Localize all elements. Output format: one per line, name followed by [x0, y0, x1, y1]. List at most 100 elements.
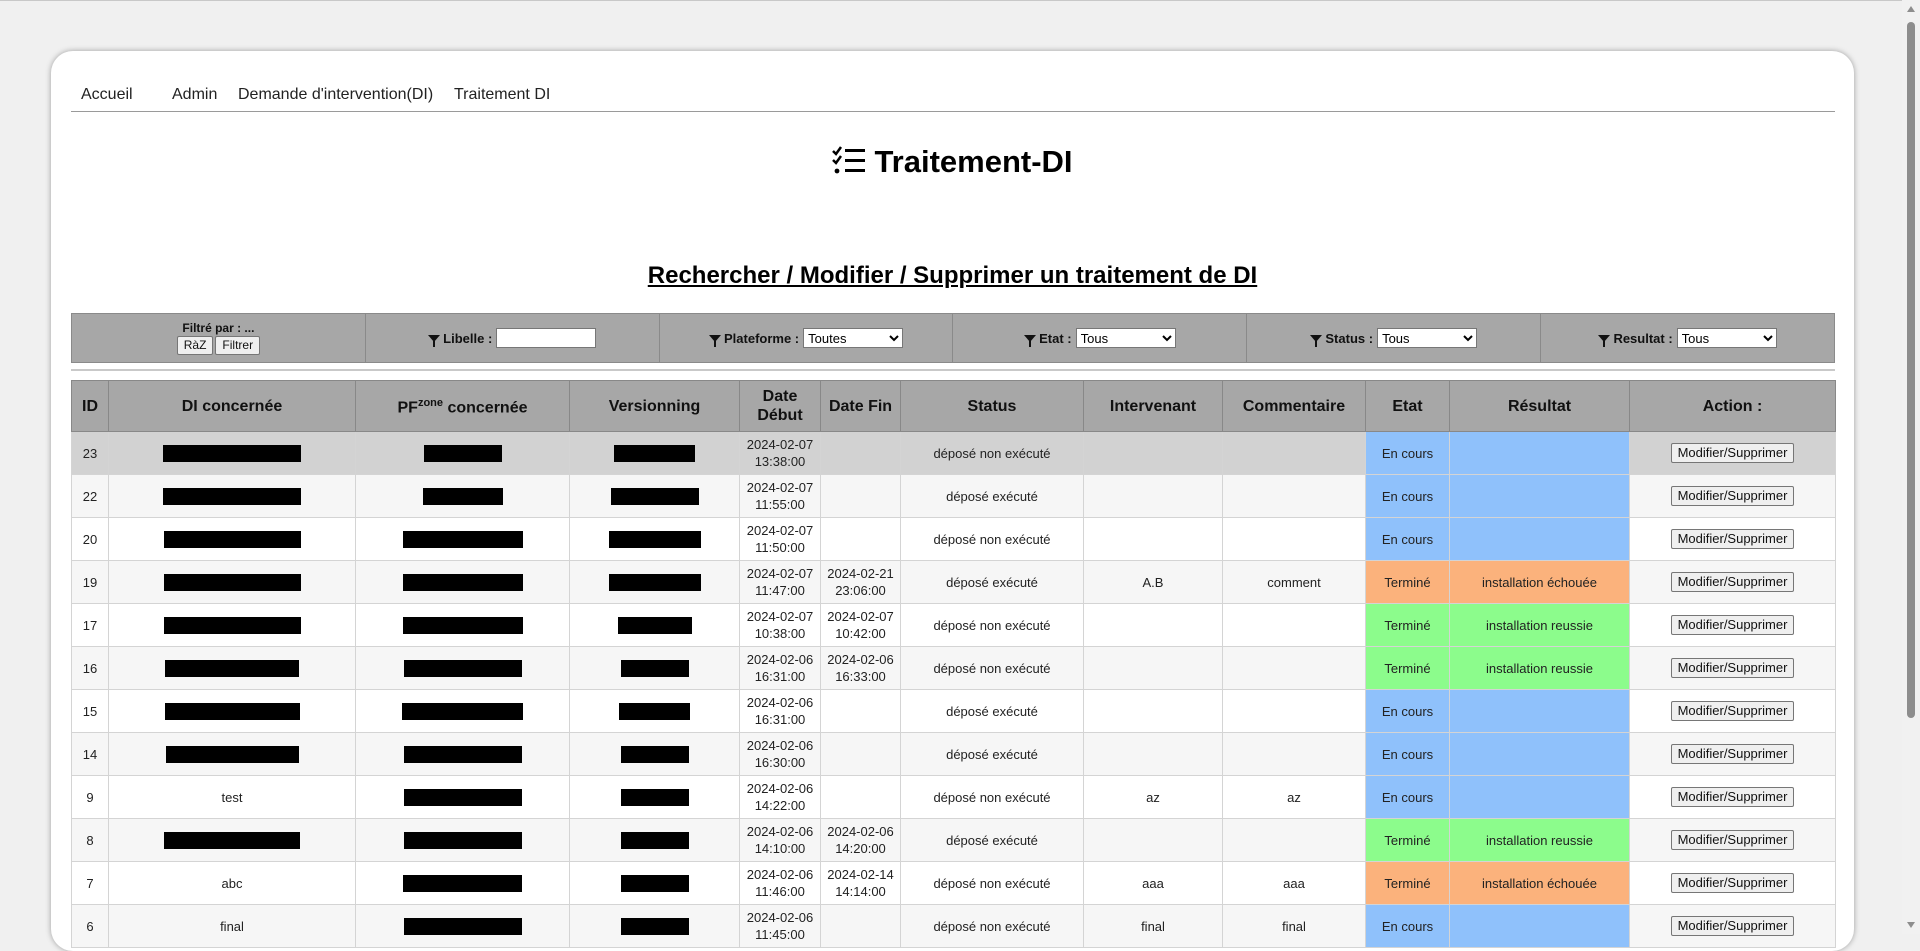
- col-id[interactable]: ID: [71, 380, 109, 432]
- col-intervenant[interactable]: Intervenant: [1083, 380, 1223, 432]
- traitement-table: ID DI concernée PFzone concernée Version…: [71, 380, 1836, 948]
- window-top-border: [0, 0, 1920, 1]
- cell-etat: En cours: [1365, 431, 1450, 475]
- table-row: 23 2024-02-07 13:38:00 déposé non exécuté E…: [71, 431, 1836, 475]
- col-pf-rest: concernée: [443, 399, 528, 417]
- cell-id: 23: [71, 431, 109, 475]
- cell-id: 15: [71, 689, 109, 733]
- plateforme-label: Plateforme :: [724, 330, 800, 346]
- cell-commentaire: az: [1222, 775, 1366, 819]
- redacted-block: [402, 617, 523, 635]
- plateforme-select[interactable]: Toutes: [803, 328, 904, 348]
- cell-intervenant: az: [1083, 775, 1223, 819]
- filter-button[interactable]: Filtrer: [215, 336, 261, 355]
- cell-date-fin: [820, 732, 901, 776]
- etat-select[interactable]: Tous: [1075, 328, 1176, 348]
- cell-commentaire: [1222, 474, 1366, 518]
- col-di[interactable]: DI concernée: [108, 380, 356, 432]
- col-versionning[interactable]: Versionning: [569, 380, 740, 432]
- vertical-scrollbar[interactable]: [1902, 0, 1920, 934]
- col-pf[interactable]: PFzone concernée: [355, 380, 570, 432]
- modify-delete-button[interactable]: Modifier/Supprimer: [1670, 787, 1795, 807]
- modify-delete-button[interactable]: Modifier/Supprimer: [1670, 572, 1795, 592]
- cell-resultat: [1449, 517, 1630, 561]
- cell-versionning: [569, 603, 740, 647]
- cell-date-fin: [820, 775, 901, 819]
- nav-accueil[interactable]: Accueil: [81, 71, 133, 119]
- modify-delete-button[interactable]: Modifier/Supprimer: [1670, 529, 1795, 549]
- modify-delete-button[interactable]: Modifier/Supprimer: [1670, 744, 1795, 764]
- cell-versionning: [569, 474, 740, 518]
- col-date-debut[interactable]: Date Début: [739, 380, 821, 432]
- cell-di: [108, 732, 356, 776]
- cell-date-debut: 2024-02-06 14:10:00: [739, 818, 821, 862]
- modify-delete-button[interactable]: Modifier/Supprimer: [1670, 443, 1795, 463]
- status-label: Status :: [1325, 330, 1374, 346]
- cell-etat: Terminé: [1365, 646, 1450, 690]
- modify-delete-button[interactable]: Modifier/Supprimer: [1670, 658, 1795, 678]
- redacted-block: [403, 660, 522, 678]
- redacted-block: [163, 617, 301, 635]
- col-status[interactable]: Status: [900, 380, 1084, 432]
- nav-admin[interactable]: Admin: [172, 71, 217, 119]
- cell-versionning: [569, 646, 740, 690]
- cell-di: [108, 689, 356, 733]
- table-row: 16 2024-02-06 16:31:00 2024-02-06 16:33:00…: [71, 646, 1836, 690]
- cell-date-debut: 2024-02-07 13:38:00: [739, 431, 821, 475]
- cell-intervenant: [1083, 603, 1223, 647]
- cell-etat: En cours: [1365, 775, 1450, 819]
- cell-action: Modifier/Supprimer: [1629, 904, 1836, 948]
- cell-intervenant: A.B: [1083, 560, 1223, 604]
- cell-status: déposé exécuté: [900, 474, 1084, 518]
- modify-delete-button[interactable]: Modifier/Supprimer: [1670, 486, 1795, 506]
- cell-action: Modifier/Supprimer: [1629, 775, 1836, 819]
- nav-traitement-di[interactable]: Traitement DI: [454, 71, 550, 119]
- cell-id: 19: [71, 560, 109, 604]
- redacted-block: [403, 746, 522, 764]
- cell-id: 6: [71, 904, 109, 948]
- modify-delete-button[interactable]: Modifier/Supprimer: [1670, 615, 1795, 635]
- cell-action: Modifier/Supprimer: [1629, 517, 1836, 561]
- redacted-block: [403, 918, 522, 936]
- redacted-block: [608, 531, 701, 549]
- table-row: 6 final 2024-02-06 11:45:00 déposé non exéc…: [71, 904, 1836, 948]
- cell-di: [108, 474, 356, 518]
- cell-etat: Terminé: [1365, 560, 1450, 604]
- cell-intervenant: [1083, 732, 1223, 776]
- scroll-down-icon[interactable]: [1907, 922, 1915, 928]
- funnel-icon: [709, 334, 721, 347]
- divider: [71, 369, 1835, 371]
- cell-commentaire: [1222, 646, 1366, 690]
- cell-resultat: installation reussie: [1449, 646, 1630, 690]
- modify-delete-button[interactable]: Modifier/Supprimer: [1670, 701, 1795, 721]
- redacted-block: [620, 875, 689, 893]
- col-resultat[interactable]: Résultat: [1449, 380, 1630, 432]
- col-commentaire[interactable]: Commentaire: [1222, 380, 1366, 432]
- cell-date-debut: 2024-02-06 11:46:00: [739, 861, 821, 905]
- libelle-input[interactable]: [496, 328, 597, 348]
- cell-di: test: [108, 775, 356, 819]
- col-date-fin[interactable]: Date Fin: [820, 380, 901, 432]
- col-etat[interactable]: Etat: [1365, 380, 1450, 432]
- reset-button[interactable]: RàZ: [176, 336, 214, 355]
- cell-date-fin: 2024-02-06 16:33:00: [820, 646, 901, 690]
- modify-delete-button[interactable]: Modifier/Supprimer: [1670, 873, 1795, 893]
- nav-demande-intervention[interactable]: Demande d'intervention(DI): [238, 71, 433, 119]
- col-action: Action :: [1629, 380, 1836, 432]
- cell-pf: [355, 646, 570, 690]
- redacted-block: [402, 574, 523, 592]
- redacted-block: [610, 488, 699, 506]
- modify-delete-button[interactable]: Modifier/Supprimer: [1670, 830, 1795, 850]
- scrollbar-thumb[interactable]: [1907, 22, 1915, 718]
- cell-intervenant: [1083, 517, 1223, 561]
- scroll-up-icon[interactable]: [1907, 6, 1915, 12]
- modify-delete-button[interactable]: Modifier/Supprimer: [1670, 916, 1795, 936]
- resultat-select[interactable]: Tous: [1676, 328, 1777, 348]
- cell-commentaire: final: [1222, 904, 1366, 948]
- cell-date-fin: [820, 431, 901, 475]
- cell-versionning: [569, 818, 740, 862]
- cell-date-fin: [820, 474, 901, 518]
- status-select[interactable]: Tous: [1377, 328, 1478, 348]
- cell-di: final: [108, 904, 356, 948]
- redacted-block: [403, 875, 522, 893]
